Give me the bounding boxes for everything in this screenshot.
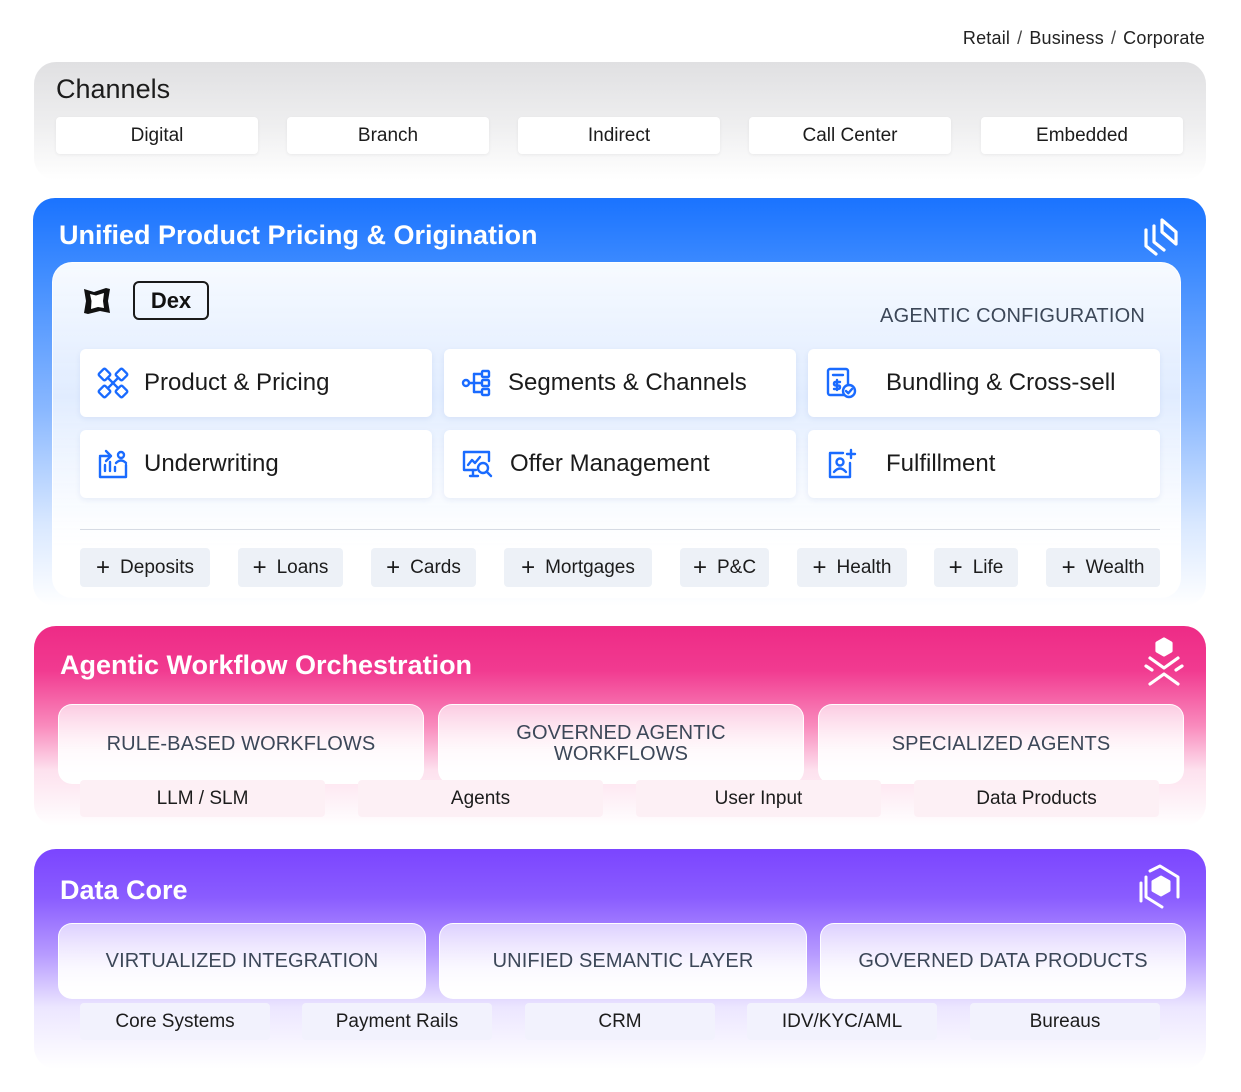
- data-core-layer: Data Core VIRTUALIZED INTEGRATION UNIFIE…: [34, 849, 1206, 1069]
- product-wealth: + Wealth: [1046, 548, 1160, 587]
- card-fulfillment-label: Fulfillment: [886, 450, 996, 477]
- product-life: + Life: [934, 548, 1018, 587]
- plus-icon: +: [948, 553, 963, 581]
- breadcrumb-business: Business: [1029, 28, 1104, 48]
- plus-icon: +: [96, 553, 111, 581]
- product-cards-label: Cards: [410, 556, 461, 578]
- card-offer-management: Offer Management: [444, 430, 796, 498]
- channels-title: Channels: [56, 74, 171, 104]
- product-pricing-icon: [97, 367, 129, 399]
- card-underwriting-label: Underwriting: [144, 450, 279, 477]
- section-rule-based-workflows: RULE-BASED WORKFLOWS: [58, 704, 424, 784]
- product-health-label: Health: [836, 556, 892, 578]
- item-user-input: User Input: [636, 780, 881, 817]
- bundling-icon: [826, 367, 857, 399]
- plus-icon: +: [386, 553, 401, 581]
- product-wealth-label: Wealth: [1085, 556, 1145, 578]
- section-unified-semantic-layer: UNIFIED SEMANTIC LAYER: [439, 923, 807, 999]
- product-health: + Health: [797, 548, 907, 587]
- item-core-systems: Core Systems: [80, 1003, 270, 1040]
- product-loans: + Loans: [238, 548, 343, 587]
- breadcrumb-retail: Retail: [962, 28, 1011, 48]
- item-crm: CRM: [525, 1003, 715, 1040]
- underwriting-icon: [98, 449, 128, 479]
- product-mortgages-label: Mortgages: [545, 556, 635, 578]
- section-specialized-agents: SPECIALIZED AGENTS: [818, 704, 1184, 784]
- product-deposits-label: Deposits: [120, 556, 194, 578]
- item-llm-slm: LLM / SLM: [80, 780, 325, 817]
- item-idv-kyc-aml: IDV/KYC/AML: [747, 1003, 937, 1040]
- orchestration-icon: [1144, 637, 1184, 686]
- channel-call-center: Call Center: [749, 117, 951, 154]
- channel-embedded: Embedded: [981, 117, 1183, 154]
- product-loans-label: Loans: [276, 556, 329, 578]
- section-governed-agentic-workflows: GOVERNED AGENTIC WORKFLOWS: [438, 704, 804, 784]
- dex-panel: Dex AGENTIC CONFIGURATION Product & Pric…: [52, 262, 1181, 598]
- item-data-products: Data Products: [914, 780, 1159, 817]
- agentic-title: Agentic Workflow Orchestration: [60, 650, 473, 680]
- dex-badge: Dex: [133, 281, 209, 320]
- section-governed-data-products: GOVERNED DATA PRODUCTS: [820, 923, 1186, 999]
- agentic-configuration-label: AGENTIC CONFIGURATION: [880, 305, 1145, 327]
- card-segments-channels: Segments & Channels: [444, 349, 796, 417]
- card-bundling-cross-sell: Bundling & Cross-sell: [808, 349, 1160, 417]
- card-underwriting: Underwriting: [80, 430, 432, 498]
- segments-channels-icon: [461, 369, 491, 397]
- product-cards: + Cards: [371, 548, 476, 587]
- section-virtualized-integration: VIRTUALIZED INTEGRATION: [58, 923, 426, 999]
- card-offer-management-label: Offer Management: [510, 450, 710, 477]
- channel-digital: Digital: [56, 117, 258, 154]
- data-core-title: Data Core: [60, 875, 188, 905]
- segment-breadcrumb: Retail / Business / Corporate: [962, 28, 1205, 48]
- agentic-workflow-layer: Agentic Workflow Orchestration RULE-BASE…: [34, 626, 1206, 826]
- unified-pricing-layer: Unified Product Pricing & Origination De…: [33, 198, 1206, 606]
- plus-icon: +: [1061, 553, 1076, 581]
- item-payment-rails: Payment Rails: [302, 1003, 492, 1040]
- plus-icon: +: [812, 553, 827, 581]
- product-deposits: + Deposits: [80, 548, 210, 587]
- product-life-label: Life: [972, 556, 1004, 578]
- stacked-layers-icon: [1144, 218, 1178, 256]
- channel-indirect: Indirect: [518, 117, 720, 154]
- card-fulfillment: Fulfillment: [808, 430, 1160, 498]
- card-product-pricing-label: Product & Pricing: [144, 369, 330, 396]
- card-segments-channels-label: Segments & Channels: [508, 369, 747, 396]
- item-bureaus: Bureaus: [970, 1003, 1160, 1040]
- card-bundling-label: Bundling & Cross-sell: [886, 369, 1116, 396]
- channels-layer: Channels Digital Branch Indirect Call Ce…: [34, 62, 1206, 180]
- plus-icon: +: [521, 553, 536, 581]
- product-p-and-c: + P&C: [680, 548, 769, 587]
- breadcrumb-corporate: Corporate: [1123, 28, 1205, 48]
- product-pc-label: P&C: [716, 556, 757, 578]
- channel-branch: Branch: [287, 117, 489, 154]
- dex-logo-icon: [84, 288, 110, 314]
- unified-title: Unified Product Pricing & Origination: [59, 220, 538, 250]
- offer-management-icon: [462, 450, 493, 478]
- item-agents: Agents: [358, 780, 603, 817]
- plus-icon: +: [692, 553, 707, 581]
- fulfillment-icon: [828, 448, 857, 479]
- data-cube-icon: [1139, 864, 1180, 909]
- product-mortgages: + Mortgages: [504, 548, 652, 587]
- plus-icon: +: [252, 553, 267, 581]
- products-divider: [80, 529, 1160, 530]
- card-product-pricing: Product & Pricing: [80, 349, 432, 417]
